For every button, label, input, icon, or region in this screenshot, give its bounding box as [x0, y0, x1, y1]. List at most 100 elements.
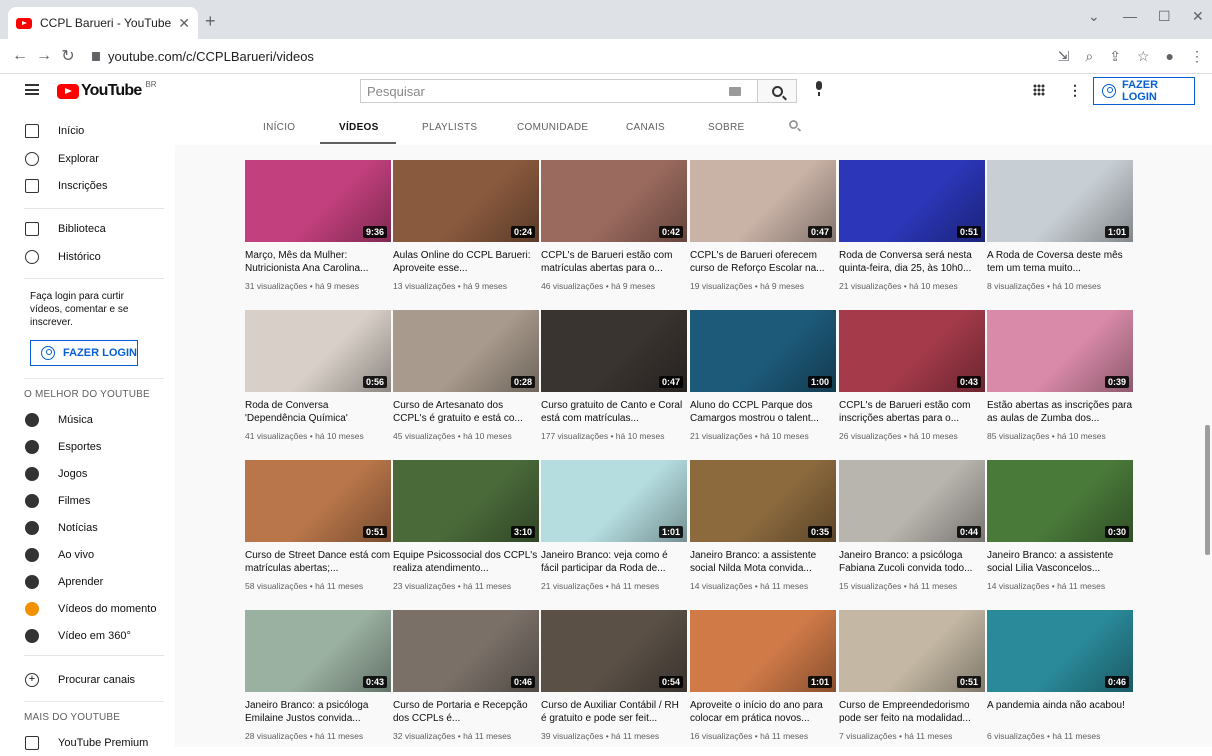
- sidebar-item-historico[interactable]: Histórico: [0, 244, 175, 270]
- tab-inicio[interactable]: INÍCIO: [263, 122, 295, 133]
- video-card[interactable]: 0:39 Estão abertas as inscrições para as …: [987, 310, 1133, 450]
- page-scrollbar[interactable]: [1205, 425, 1210, 555]
- video-card[interactable]: 1:00 Aluno do CCPL Parque dos Camargos mo…: [690, 310, 836, 450]
- profile-icon[interactable]: ●: [1166, 48, 1174, 65]
- video-title[interactable]: Janeiro Branco: a assistente social Lili…: [987, 549, 1133, 575]
- video-thumbnail[interactable]: 0:44: [839, 460, 985, 542]
- tab-videos[interactable]: VÍDEOS: [339, 122, 379, 133]
- video-thumbnail[interactable]: 0:42: [541, 160, 687, 242]
- sidebar-item-noticias[interactable]: Notícias: [0, 515, 175, 541]
- video-title[interactable]: Roda de Conversa 'Dependência Química': [245, 399, 391, 425]
- browser-tab[interactable]: CCPL Barueri - YouTube ✕: [8, 7, 198, 39]
- sidebar-item-explorar[interactable]: Explorar: [0, 146, 175, 172]
- sidebar-sign-in-button[interactable]: FAZER LOGIN: [30, 340, 138, 366]
- video-title[interactable]: A Roda de Coversa deste mês tem um tema …: [987, 249, 1133, 275]
- video-thumbnail[interactable]: 1:01: [541, 460, 687, 542]
- sidebar-item-youtube-premium[interactable]: YouTube Premium: [0, 730, 175, 756]
- video-thumbnail[interactable]: 0:43: [839, 310, 985, 392]
- microphone-icon[interactable]: [815, 81, 823, 96]
- video-thumbnail[interactable]: 0:43: [245, 610, 391, 692]
- video-thumbnail[interactable]: 0:54: [541, 610, 687, 692]
- video-card[interactable]: 3:10 Equipe Psicossocial dos CCPL's reali…: [393, 460, 539, 600]
- video-title[interactable]: Curso de Empreendedorismo pode ser feito…: [839, 699, 985, 725]
- search-button[interactable]: [757, 79, 797, 103]
- video-title[interactable]: Janeiro Branco: a assistente social Nild…: [690, 549, 836, 575]
- video-title[interactable]: Janeiro Branco: veja como é fácil partic…: [541, 549, 687, 575]
- video-card[interactable]: 0:51 Curso de Street Dance está com matrí…: [245, 460, 391, 600]
- video-card[interactable]: 0:28 Curso de Artesanato dos CCPL's é gra…: [393, 310, 539, 450]
- video-thumbnail[interactable]: 0:24: [393, 160, 539, 242]
- video-title[interactable]: Aulas Online do CCPL Barueri: Aproveite …: [393, 249, 539, 275]
- close-window-icon[interactable]: ✕: [1192, 8, 1204, 25]
- video-thumbnail[interactable]: 0:46: [393, 610, 539, 692]
- browser-menu-icon[interactable]: ⋮: [1190, 48, 1204, 65]
- video-card[interactable]: 0:30 Janeiro Branco: a assistente social …: [987, 460, 1133, 600]
- video-title[interactable]: A pandemia ainda não acabou!: [987, 699, 1133, 725]
- video-title[interactable]: Roda de Conversa será nesta quinta-feira…: [839, 249, 985, 275]
- sidebar-item-musica[interactable]: Música: [0, 407, 175, 433]
- video-title[interactable]: Curso de Street Dance está com matrícula…: [245, 549, 391, 575]
- video-thumbnail[interactable]: 1:00: [690, 310, 836, 392]
- video-card[interactable]: 0:51 Curso de Empreendedorismo pode ser f…: [839, 610, 985, 750]
- video-thumbnail[interactable]: 0:56: [245, 310, 391, 392]
- install-icon[interactable]: ⇲: [1058, 48, 1070, 65]
- video-card[interactable]: 0:46 Curso de Portaria e Recepção dos CCP…: [393, 610, 539, 750]
- hamburger-menu-icon[interactable]: [25, 84, 39, 95]
- video-title[interactable]: Curso de Portaria e Recepção dos CCPLs é…: [393, 699, 539, 725]
- video-card[interactable]: 0:46 A pandemia ainda não acabou! 6 visual…: [987, 610, 1133, 750]
- video-card[interactable]: 0:51 Roda de Conversa será nesta quinta-f…: [839, 160, 985, 300]
- video-title[interactable]: Curso de Auxiliar Contábil / RH é gratui…: [541, 699, 687, 725]
- video-title[interactable]: Aluno do CCPL Parque dos Camargos mostro…: [690, 399, 836, 425]
- video-thumbnail[interactable]: 0:51: [245, 460, 391, 542]
- sidebar-item-esportes[interactable]: Esportes: [0, 434, 175, 460]
- share-icon[interactable]: ⇪: [1109, 48, 1121, 65]
- sidebar-item-filmes[interactable]: Filmes: [0, 488, 175, 514]
- video-thumbnail[interactable]: 0:47: [690, 160, 836, 242]
- video-card[interactable]: 0:56 Roda de Conversa 'Dependência Químic…: [245, 310, 391, 450]
- video-thumbnail[interactable]: 1:01: [690, 610, 836, 692]
- video-thumbnail[interactable]: 0:51: [839, 610, 985, 692]
- video-card[interactable]: 9:36 Março, Mês da Mulher: Nutricionista …: [245, 160, 391, 300]
- channel-search-icon[interactable]: [789, 120, 798, 129]
- video-title[interactable]: Estão abertas as inscrições para as aula…: [987, 399, 1133, 425]
- video-thumbnail[interactable]: 0:28: [393, 310, 539, 392]
- video-card[interactable]: 0:54 Curso de Auxiliar Contábil / RH é gr…: [541, 610, 687, 750]
- apps-grid-icon[interactable]: [1033, 84, 1045, 96]
- minimize-icon[interactable]: —: [1123, 8, 1137, 24]
- video-card[interactable]: 0:43 Janeiro Branco: a psicóloga Emilaine…: [245, 610, 391, 750]
- tab-sobre[interactable]: SOBRE: [708, 122, 745, 133]
- video-thumbnail[interactable]: 0:30: [987, 460, 1133, 542]
- video-card[interactable]: 0:43 CCPL's de Barueri estão com inscriçõ…: [839, 310, 985, 450]
- video-thumbnail[interactable]: 9:36: [245, 160, 391, 242]
- video-title[interactable]: Equipe Psicossocial dos CCPL's realiza a…: [393, 549, 539, 575]
- forward-icon[interactable]: →: [32, 47, 56, 65]
- settings-menu-icon[interactable]: ⋮: [1068, 82, 1082, 99]
- video-title[interactable]: Curso gratuito de Canto e Coral está com…: [541, 399, 687, 425]
- video-title[interactable]: CCPL's de Barueri estão com matrículas a…: [541, 249, 687, 275]
- video-thumbnail[interactable]: 0:51: [839, 160, 985, 242]
- bookmark-star-icon[interactable]: ☆: [1137, 48, 1150, 65]
- tab-playlists[interactable]: PLAYLISTS: [422, 122, 477, 133]
- video-card[interactable]: 0:42 CCPL's de Barueri estão com matrícul…: [541, 160, 687, 300]
- sidebar-item-aprender[interactable]: Aprender: [0, 569, 175, 595]
- sidebar-item-video-360[interactable]: Vídeo em 360°: [0, 623, 175, 649]
- sidebar-item-inicio[interactable]: Início: [0, 118, 175, 144]
- video-card[interactable]: 1:01 Aproveite o início do ano para coloc…: [690, 610, 836, 750]
- new-tab-icon[interactable]: +: [205, 11, 216, 32]
- video-title[interactable]: Curso de Artesanato dos CCPL's é gratuit…: [393, 399, 539, 425]
- video-thumbnail[interactable]: 0:47: [541, 310, 687, 392]
- sidebar-item-inscricoes[interactable]: Inscrições: [0, 173, 175, 199]
- back-icon[interactable]: ←: [8, 47, 32, 65]
- address-bar[interactable]: youtube.com/c/CCPLBarueri/videos: [92, 49, 314, 64]
- tab-comunidade[interactable]: COMUNIDADE: [517, 122, 588, 133]
- search-input[interactable]: Pesquisar: [360, 79, 758, 103]
- youtube-logo[interactable]: YouTube BR: [57, 80, 157, 100]
- zoom-icon[interactable]: ⌕: [1085, 48, 1093, 65]
- sidebar-item-procurar-canais[interactable]: + Procurar canais: [0, 667, 175, 693]
- sign-in-button[interactable]: FAZER LOGIN: [1093, 77, 1195, 105]
- reload-icon[interactable]: ↻: [56, 46, 80, 66]
- video-card[interactable]: 0:47 Curso gratuito de Canto e Coral está…: [541, 310, 687, 450]
- video-card[interactable]: 0:35 Janeiro Branco: a assistente social …: [690, 460, 836, 600]
- video-title[interactable]: Janeiro Branco: a psicóloga Emilaine Jus…: [245, 699, 391, 725]
- video-thumbnail[interactable]: 0:35: [690, 460, 836, 542]
